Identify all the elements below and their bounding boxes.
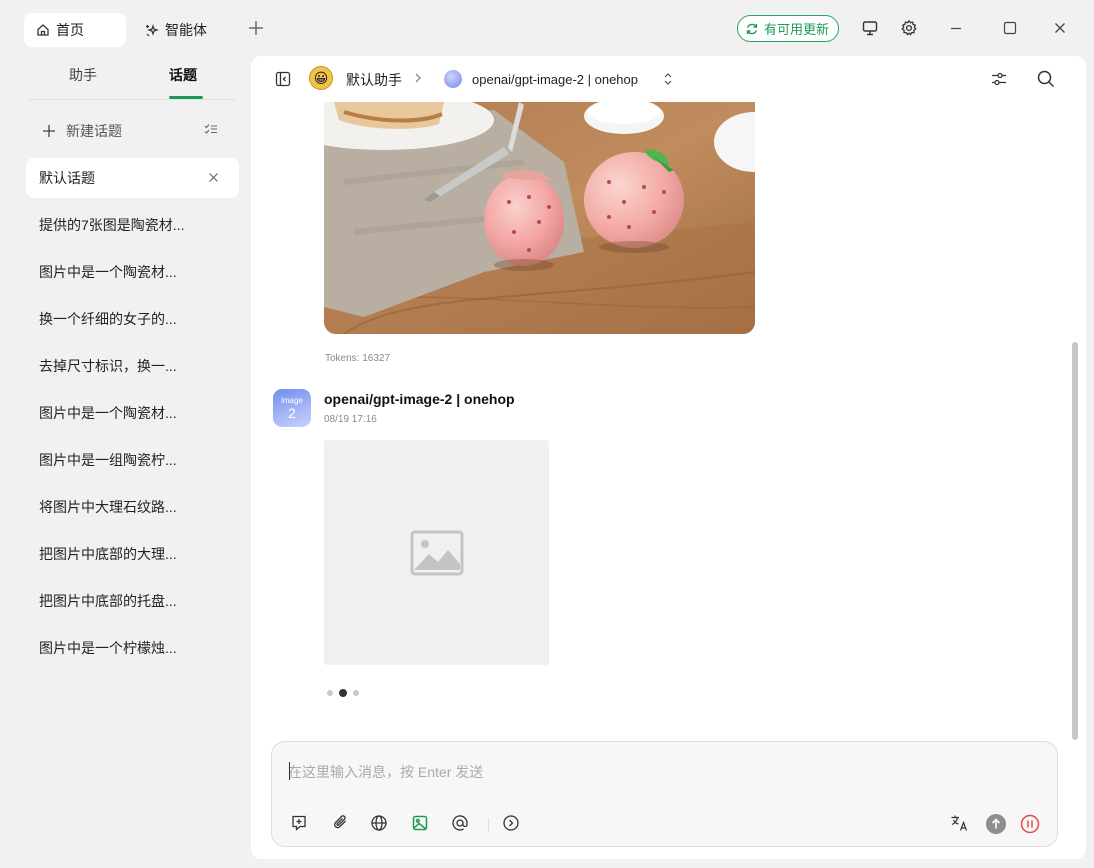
model-name[interactable]: openai/gpt-image-2 | onehop — [472, 72, 638, 87]
topic-item[interactable]: 图片中是一个陶瓷材... — [26, 393, 239, 433]
sliders-icon[interactable] — [990, 70, 1008, 88]
topic-item[interactable]: 将图片中大理石纹路... — [26, 487, 239, 527]
topic-label: 提供的7张图是陶瓷材... — [39, 217, 185, 233]
topic-label: 去掉尺寸标识，换一... — [39, 358, 177, 374]
close-icon[interactable] — [208, 172, 219, 183]
token-count: Tokens: 16327 — [325, 353, 391, 364]
stop-button[interactable] — [1020, 814, 1040, 834]
avatar-text-bottom: 2 — [288, 404, 296, 421]
new-topic-button[interactable]: 新建话题 — [42, 121, 122, 141]
topic-item[interactable]: 图片中是一组陶瓷柠... — [26, 440, 239, 480]
topic-label: 图片中是一个陶瓷材... — [39, 264, 177, 280]
tab-home-label: 首页 — [56, 22, 84, 38]
topic-item[interactable]: 去掉尺寸标识，换一... — [26, 346, 239, 386]
gear-icon[interactable] — [900, 19, 918, 37]
topic-label: 图片中是一个陶瓷材... — [39, 405, 177, 421]
refresh-icon — [745, 22, 759, 36]
model-avatar — [444, 70, 462, 88]
chat-header: 😀 默认助手 openai/gpt-image-2 | onehop — [251, 56, 1086, 102]
image-icon — [410, 530, 464, 576]
carousel-dots — [327, 689, 359, 697]
translate-icon[interactable] — [950, 814, 970, 832]
mention-icon[interactable] — [451, 814, 469, 832]
message-timestamp: 08/19 17:16 — [324, 414, 377, 425]
tab-agents-label: 智能体 — [165, 22, 207, 38]
sidebar-toggle-icon[interactable] — [275, 71, 291, 87]
search-icon[interactable] — [1036, 69, 1056, 89]
topic-item[interactable]: 把图片中底部的大理... — [26, 534, 239, 574]
chevron-right-icon — [413, 72, 423, 84]
topic-label: 换一个纤细的女子的... — [39, 311, 177, 327]
monitor-icon[interactable] — [861, 19, 879, 37]
topic-label: 把图片中底部的大理... — [39, 546, 177, 562]
globe-icon[interactable] — [370, 814, 388, 832]
image-generation-icon[interactable] — [411, 814, 429, 832]
avatar-text-top: image — [281, 395, 303, 405]
maximize-window-button[interactable] — [1001, 19, 1019, 37]
chevron-up-down-icon[interactable] — [663, 72, 673, 86]
plus-icon — [42, 124, 56, 138]
topic-item[interactable]: 图片中是一个陶瓷材... — [26, 252, 239, 292]
message-author: openai/gpt-image-2 | onehop — [324, 391, 515, 407]
topic-label: 图片中是一组陶瓷柠... — [39, 452, 177, 468]
chevron-right-circle-icon[interactable] — [502, 814, 520, 832]
send-button[interactable] — [986, 814, 1006, 834]
sidebar-tab-assistants[interactable]: 助手 — [69, 65, 97, 85]
sort-icon[interactable] — [204, 123, 218, 135]
home-icon — [36, 23, 50, 37]
add-tab-button[interactable] — [247, 19, 265, 37]
topic-label: 图片中是一个柠檬烛... — [39, 640, 177, 656]
message-input[interactable] — [288, 760, 1028, 784]
topic-list: 默认话题 提供的7张图是陶瓷材... 图片中是一个陶瓷材... 换一个纤细的女子… — [26, 158, 239, 675]
carousel-dot[interactable] — [327, 690, 333, 696]
message-composer — [271, 741, 1058, 847]
assistant-name[interactable]: 默认助手 — [346, 70, 402, 90]
tab-agents[interactable]: 智能体 — [132, 13, 242, 47]
text-caret — [289, 762, 290, 780]
minimize-window-button[interactable] — [947, 19, 965, 37]
assistant-avatar[interactable]: 😀 — [309, 66, 333, 90]
topic-label: 将图片中大理石纹路... — [39, 499, 177, 515]
paperclip-icon[interactable] — [332, 814, 350, 832]
scrollbar-thumb[interactable] — [1072, 342, 1078, 740]
topic-label: 把图片中底部的托盘... — [39, 593, 177, 609]
close-window-button[interactable] — [1051, 19, 1069, 37]
topic-item[interactable]: 图片中是一个柠檬烛... — [26, 628, 239, 668]
carousel-dot-active[interactable] — [339, 689, 347, 697]
chat-panel: 😀 默认助手 openai/gpt-image-2 | onehop Token… — [251, 56, 1086, 859]
topic-item[interactable]: 提供的7张图是陶瓷材... — [26, 205, 239, 245]
update-available-button[interactable]: 有可用更新 — [737, 15, 840, 42]
new-topic-label: 新建话题 — [66, 123, 122, 139]
sidebar: 助手 话题 新建话题 默认话题 提供的7张图是陶瓷材... 图片中是一个陶瓷材.… — [0, 56, 250, 868]
topic-item[interactable]: 把图片中底部的托盘... — [26, 581, 239, 621]
image-placeholder[interactable] — [324, 440, 549, 665]
active-tab-indicator — [169, 96, 203, 99]
sparkle-icon — [144, 23, 159, 38]
sidebar-tabs: 助手 话题 — [28, 56, 236, 100]
model-avatar-large: image 2 — [273, 389, 311, 427]
title-bar: 首页 智能体 有可用更新 — [0, 0, 1094, 56]
carousel-dot[interactable] — [353, 690, 359, 696]
toolbar-divider — [488, 818, 489, 832]
sidebar-tab-topics[interactable]: 话题 — [169, 65, 197, 85]
generated-image-strawberries[interactable] — [324, 102, 755, 334]
new-context-icon[interactable] — [290, 814, 308, 832]
update-label: 有可用更新 — [764, 22, 830, 37]
topic-item[interactable]: 默认话题 — [26, 158, 239, 198]
topic-label: 默认话题 — [39, 170, 95, 186]
topic-item[interactable]: 换一个纤细的女子的... — [26, 299, 239, 339]
tab-home[interactable]: 首页 — [24, 13, 126, 47]
